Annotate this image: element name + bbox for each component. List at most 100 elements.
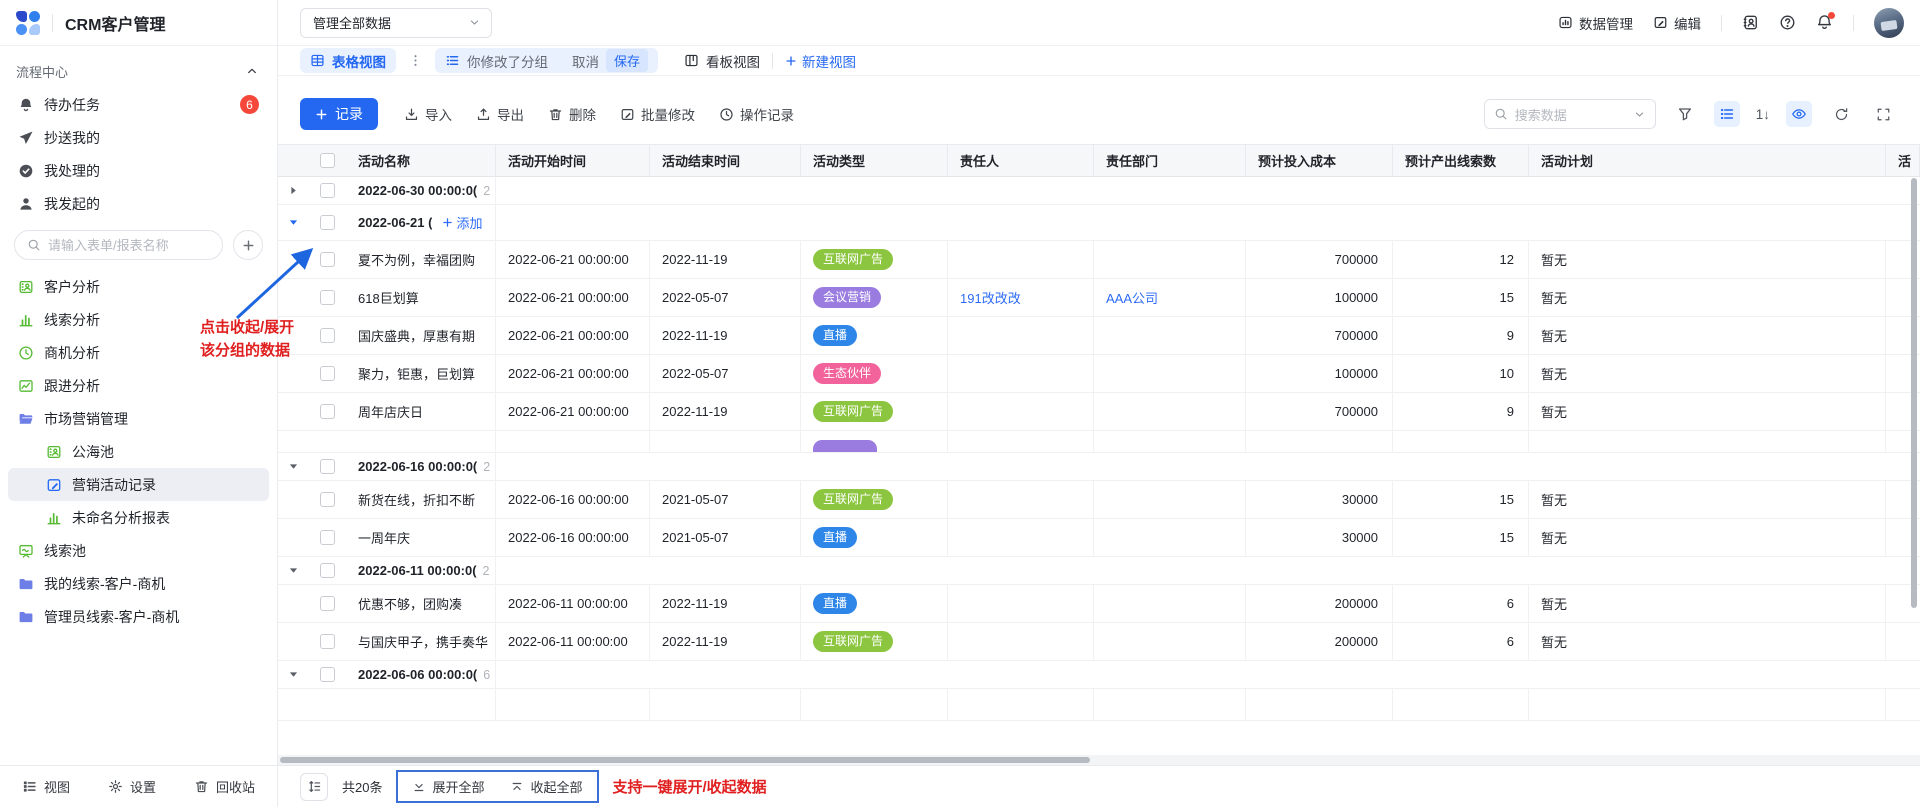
- row-checkbox[interactable]: [320, 366, 335, 381]
- sidebar-item-管理员线索-客户-商机[interactable]: 管理员线索-客户-商机: [8, 600, 269, 633]
- footer-item-视图[interactable]: 视图: [22, 777, 70, 796]
- list-view-icon[interactable]: [1714, 101, 1740, 127]
- add-record-in-group-button[interactable]: 添加: [442, 213, 482, 232]
- contacts-icon[interactable]: [1742, 14, 1759, 31]
- sidebar-item-label: 商机分析: [44, 343, 259, 363]
- row-checkbox[interactable]: [320, 183, 335, 198]
- collapse-all-button[interactable]: 收起全部: [510, 777, 582, 796]
- row-height-icon[interactable]: [300, 773, 328, 801]
- toolbar-action-label: 批量修改: [641, 104, 695, 124]
- sidebar-item-label: 未命名分析报表: [72, 508, 259, 528]
- row-checkbox[interactable]: [320, 667, 335, 682]
- board-icon: [18, 543, 34, 559]
- add-record-button[interactable]: 记录: [300, 98, 378, 130]
- sidebar-item-商机分析[interactable]: 商机分析: [8, 336, 269, 369]
- save-button[interactable]: 保存: [606, 49, 648, 72]
- tab-kanban-view[interactable]: 看板视图: [684, 51, 760, 71]
- row-checkbox[interactable]: [320, 252, 335, 267]
- owner-link[interactable]: 191改改改: [960, 288, 1021, 307]
- sidebar-item-我的线索-客户-商机[interactable]: 我的线索-客户-商机: [8, 567, 269, 600]
- row-checkbox[interactable]: [320, 596, 335, 611]
- folder-icon: [18, 609, 34, 625]
- form-search-input[interactable]: [14, 230, 223, 260]
- sidebar-item-待办任务[interactable]: 待办任务6: [8, 88, 269, 121]
- refresh-icon[interactable]: [1828, 101, 1854, 127]
- sidebar-item-市场营销管理[interactable]: 市场营销管理: [8, 402, 269, 435]
- sidebar-item-公海池[interactable]: 公海池: [8, 435, 269, 468]
- sidebar-item-未命名分析报表[interactable]: 未命名分析报表: [8, 501, 269, 534]
- fullscreen-icon[interactable]: [1870, 101, 1896, 127]
- row-checkbox[interactable]: [320, 563, 335, 578]
- row-checkbox[interactable]: [320, 459, 335, 474]
- column-header: 活动结束时间: [650, 145, 801, 176]
- chevron-up-icon[interactable]: [245, 64, 259, 78]
- row-checkbox[interactable]: [320, 328, 335, 343]
- sidebar-item-线索池[interactable]: 线索池: [8, 534, 269, 567]
- tab-table-view[interactable]: 表格视图: [300, 48, 396, 73]
- select-all-checkbox[interactable]: [320, 153, 335, 168]
- sidebar-item-客户分析[interactable]: 客户分析: [8, 270, 269, 303]
- column-header: 活动名称: [346, 145, 496, 176]
- horizontal-scrollbar[interactable]: [280, 757, 1090, 763]
- table-search-input[interactable]: 搜索数据: [1484, 99, 1656, 129]
- collapse-group-icon[interactable]: [287, 216, 300, 229]
- header-数据管理-button[interactable]: 数据管理: [1558, 13, 1633, 33]
- department-link[interactable]: AAA公司: [1106, 288, 1158, 307]
- row-checkbox[interactable]: [320, 404, 335, 419]
- sidebar-item-跟进分析[interactable]: 跟进分析: [8, 369, 269, 402]
- footer-item-回收站[interactable]: 回收站: [194, 777, 255, 796]
- notifications-bell-icon[interactable]: [1816, 14, 1833, 31]
- sidebar: CRM客户管理 流程中心 待办任务6抄送我的我处理的我发起的 客户分析线索分析商…: [0, 0, 278, 807]
- activity-type-tag: 互联网广告: [813, 249, 893, 270]
- vertical-scrollbar[interactable]: [1911, 178, 1917, 608]
- data-scope-select[interactable]: 管理全部数据: [300, 8, 492, 38]
- collapse-group-icon[interactable]: [287, 460, 300, 473]
- collapse-group-icon[interactable]: [287, 668, 300, 681]
- sidebar-item-抄送我的[interactable]: 抄送我的: [8, 121, 269, 154]
- toolbar-导出-button[interactable]: 导出: [476, 104, 524, 124]
- collapse-group-icon[interactable]: [287, 564, 300, 577]
- views-icon: [22, 779, 37, 794]
- header-expander-cell: [278, 145, 308, 176]
- row-checkbox[interactable]: [320, 290, 335, 305]
- cost-value: 200000: [1335, 634, 1378, 649]
- cost-value: 200000: [1335, 596, 1378, 611]
- app-title: CRM客户管理: [65, 11, 165, 35]
- group-row: 2022-06-11 00:00:0(2: [278, 557, 1920, 585]
- row-checkbox[interactable]: [320, 492, 335, 507]
- end-time: 2022-05-07: [662, 290, 729, 305]
- sidebar-item-我发起的[interactable]: 我发起的: [8, 187, 269, 220]
- eye-icon[interactable]: [1786, 101, 1812, 127]
- user-avatar[interactable]: [1874, 8, 1904, 38]
- search-input[interactable]: [48, 238, 210, 253]
- help-icon[interactable]: [1779, 14, 1796, 31]
- row-checkbox[interactable]: [320, 530, 335, 545]
- sort-icon[interactable]: 1↓: [1756, 107, 1770, 122]
- section-process-center[interactable]: 流程中心: [0, 56, 277, 86]
- new-view-button[interactable]: 新建视图: [785, 51, 856, 71]
- search-icon: [27, 238, 41, 252]
- row-checkbox[interactable]: [320, 634, 335, 649]
- table-row: 一周年庆2022-06-16 00:00:002021-05-07直播30000…: [278, 519, 1920, 557]
- cancel-button[interactable]: 取消: [572, 51, 599, 71]
- toolbar-批量修改-button[interactable]: 批量修改: [620, 104, 695, 124]
- add-form-button[interactable]: [233, 230, 263, 260]
- footer-item-设置[interactable]: 设置: [108, 777, 156, 796]
- more-options-icon[interactable]: [408, 53, 423, 68]
- filter-icon[interactable]: [1672, 101, 1698, 127]
- toolbar-操作记录-button[interactable]: 操作记录: [719, 104, 794, 124]
- end-time: 2022-05-07: [662, 366, 729, 381]
- group-count: 2: [483, 564, 490, 578]
- clock-icon: [18, 345, 34, 361]
- header-编辑-button[interactable]: 编辑: [1653, 13, 1701, 33]
- toolbar-导入-button[interactable]: 导入: [404, 104, 452, 124]
- toolbar-删除-button[interactable]: 删除: [548, 104, 596, 124]
- row-checkbox[interactable]: [320, 215, 335, 230]
- expand-group-icon[interactable]: [287, 184, 300, 197]
- sidebar-item-线索分析[interactable]: 线索分析: [8, 303, 269, 336]
- sidebar-item-营销活动记录[interactable]: 营销活动记录: [8, 468, 269, 501]
- sidebar-item-我处理的[interactable]: 我处理的: [8, 154, 269, 187]
- sidebar-search-row: [0, 220, 277, 268]
- expand-all-button[interactable]: 展开全部: [412, 777, 484, 796]
- group-row: 2022-06-06 00:00:0(6: [278, 661, 1920, 689]
